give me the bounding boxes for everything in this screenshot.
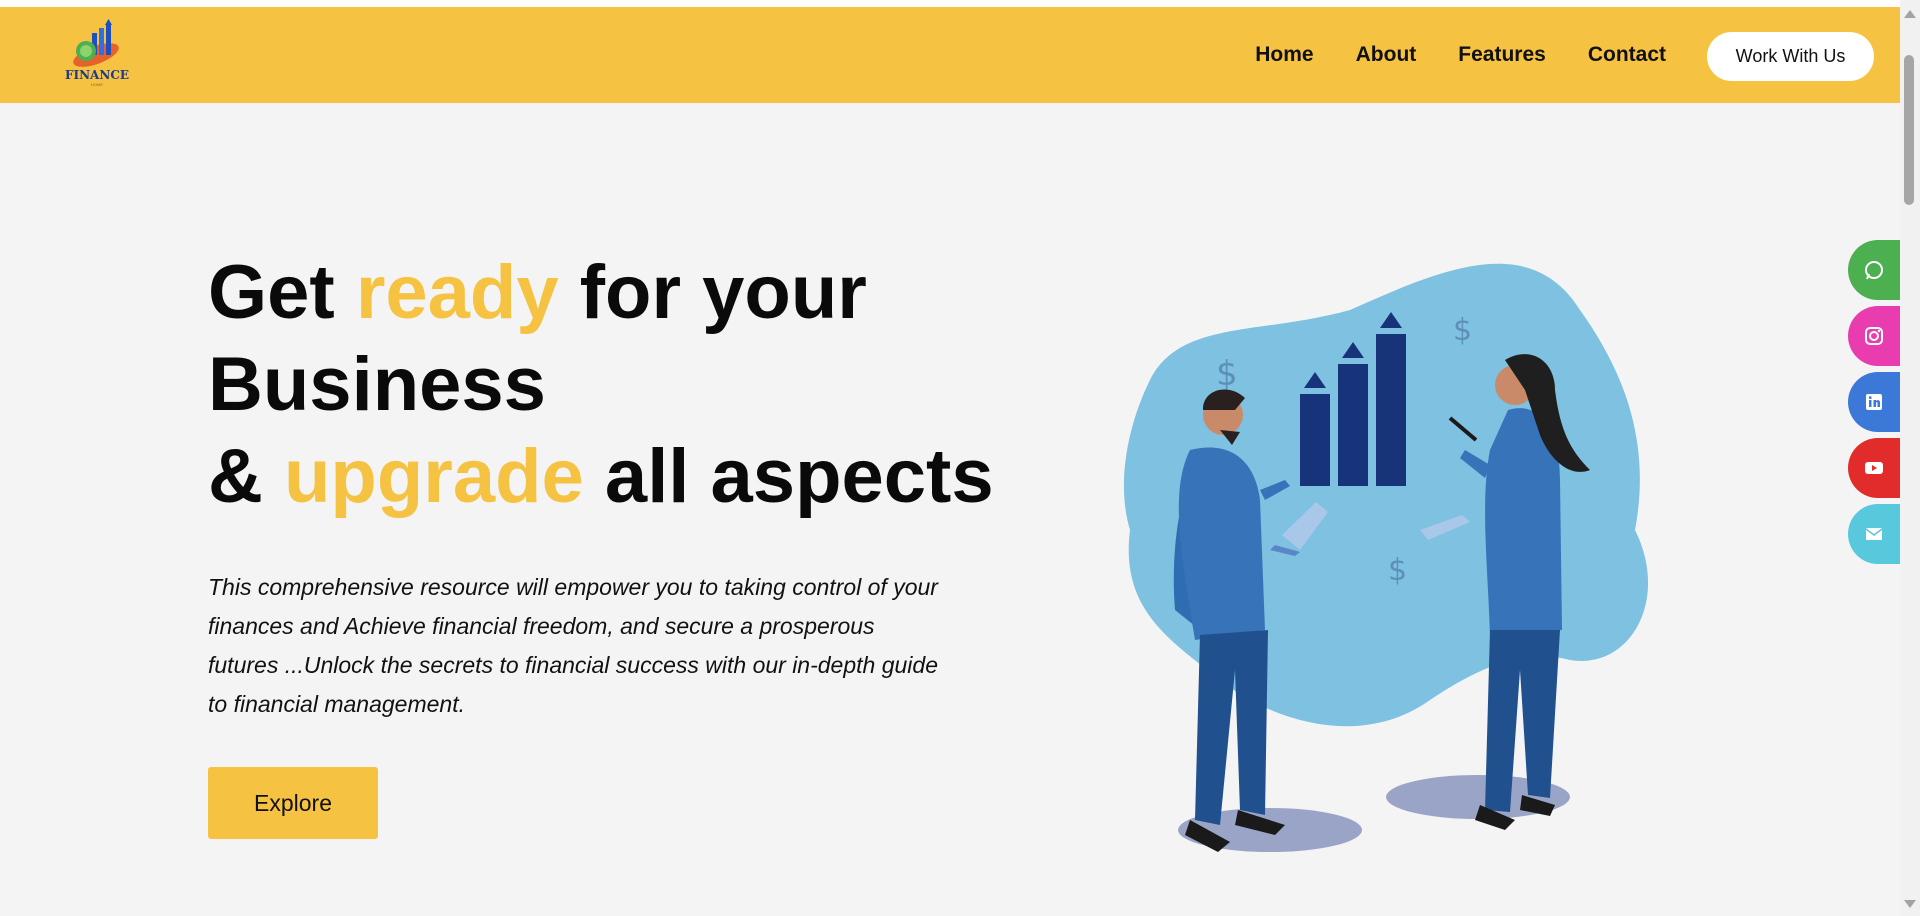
logo-text: FINANCE xyxy=(64,68,130,82)
nav-about[interactable]: About xyxy=(1356,43,1417,67)
hero-description: This comprehensive resource will empower… xyxy=(208,574,938,717)
title-line-2: Business xyxy=(208,342,546,427)
logo-chart-icon xyxy=(73,19,119,67)
scroll-up-arrow-icon[interactable] xyxy=(1904,10,1916,18)
linkedin-icon xyxy=(1866,394,1882,410)
envelope-icon xyxy=(1865,528,1883,540)
main-nav: Home About Features Contact xyxy=(1255,43,1666,67)
site-header: FINANCE HOME Home About Features Contact… xyxy=(0,7,1900,103)
title-part-3: & xyxy=(208,434,284,519)
instagram-icon xyxy=(1865,327,1883,345)
explore-button[interactable]: Explore xyxy=(208,767,378,839)
svg-text:$: $ xyxy=(1453,313,1472,348)
email-link[interactable] xyxy=(1848,504,1900,564)
nav-home[interactable]: Home xyxy=(1255,43,1313,67)
youtube-link[interactable] xyxy=(1848,438,1900,498)
whatsapp-link[interactable] xyxy=(1848,240,1900,300)
youtube-icon xyxy=(1865,462,1883,474)
whatsapp-icon xyxy=(1865,261,1883,280)
business-illustration: $ $ $ xyxy=(1123,263,1649,852)
linkedin-link[interactable] xyxy=(1848,372,1900,432)
svg-text:$: $ xyxy=(1216,354,1238,394)
logo-subtext: HOME xyxy=(91,82,103,87)
scroll-thumb[interactable] xyxy=(1904,55,1914,205)
title-highlight-ready: ready xyxy=(355,250,559,335)
title-part-2: for your xyxy=(558,250,867,335)
scroll-down-arrow-icon[interactable] xyxy=(1904,900,1916,908)
finance-logo[interactable]: FINANCE HOME xyxy=(62,19,132,97)
page-scrollbar[interactable] xyxy=(1900,0,1920,916)
svg-text:$: $ xyxy=(1388,553,1407,588)
title-part-1: Get xyxy=(208,250,356,335)
nav-features[interactable]: Features xyxy=(1458,43,1546,67)
nav-contact[interactable]: Contact xyxy=(1588,43,1666,67)
work-with-us-button[interactable]: Work With Us xyxy=(1707,32,1874,81)
social-sidebar xyxy=(1848,240,1900,570)
instagram-link[interactable] xyxy=(1848,306,1900,366)
title-highlight-upgrade: upgrade xyxy=(284,434,584,519)
hero-title: Get ready for your Business & upgrade all … xyxy=(208,247,994,523)
title-part-4: all aspects xyxy=(583,434,994,519)
